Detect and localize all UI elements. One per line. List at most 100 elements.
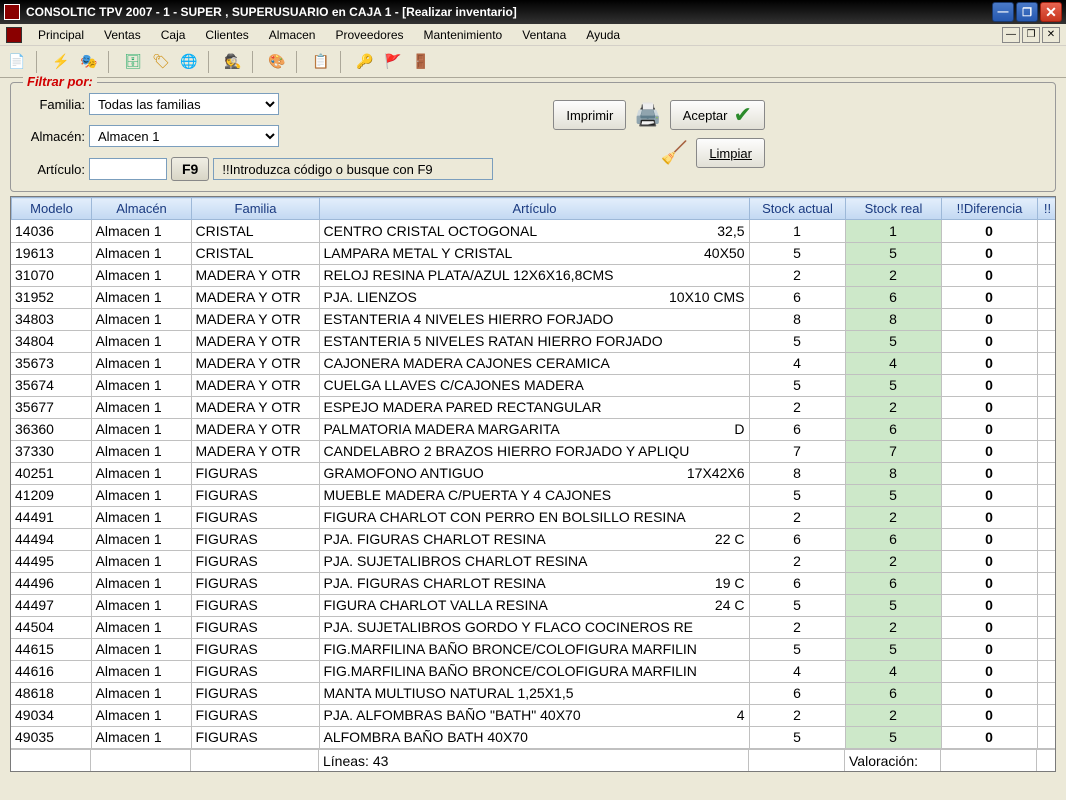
table-row[interactable]: 48618Almacen 1FIGURASMANTA MULTIUSO NATU… — [11, 682, 1055, 704]
table-row[interactable]: 31070Almacen 1MADERA Y OTRRELOJ RESINA P… — [11, 264, 1055, 286]
table-row[interactable]: 44495Almacen 1FIGURASPJA. SUJETALIBROS C… — [11, 550, 1055, 572]
cell-almacen: Almacen 1 — [91, 308, 191, 330]
table-row[interactable]: 37330Almacen 1MADERA Y OTRCANDELABRO 2 B… — [11, 440, 1055, 462]
cell-stock-real[interactable]: 5 — [845, 242, 941, 264]
table-row[interactable]: 44504Almacen 1FIGURASPJA. SUJETALIBROS G… — [11, 616, 1055, 638]
table-row[interactable]: 44616Almacen 1FIGURASFIG.MARFILINA BAÑO … — [11, 660, 1055, 682]
table-row[interactable]: 44494Almacen 1FIGURASPJA. FIGURAS CHARLO… — [11, 528, 1055, 550]
col-familia[interactable]: Familia — [192, 198, 320, 220]
bolt-icon[interactable]: ⚡ — [50, 51, 72, 73]
cell-stock-real[interactable]: 8 — [845, 462, 941, 484]
cell-extra — [1037, 638, 1055, 660]
mdi-minimize-button[interactable]: — — [1002, 27, 1020, 43]
maximize-button[interactable]: ❐ — [1016, 2, 1038, 22]
menu-item-ventas[interactable]: Ventas — [94, 26, 151, 44]
table-row[interactable]: 35673Almacen 1MADERA Y OTRCAJONERA MADER… — [11, 352, 1055, 374]
minimize-button[interactable]: — — [992, 2, 1014, 22]
tag-icon[interactable]: 🏷 — [150, 51, 172, 73]
cell-stock-real[interactable]: 2 — [845, 550, 941, 572]
cell-stock-real[interactable]: 5 — [845, 638, 941, 660]
exit-icon[interactable]: 🚪 — [410, 51, 432, 73]
table-row[interactable]: 14036Almacen 1CRISTALCENTRO CRISTAL OCTO… — [11, 220, 1055, 242]
cell-stock-real[interactable]: 6 — [845, 286, 941, 308]
f9-button[interactable]: F9 — [171, 157, 209, 181]
key-icon[interactable]: 🔑 — [354, 51, 376, 73]
table-row[interactable]: 49035Almacen 1FIGURASALFOMBRA BAÑO BATH … — [11, 726, 1055, 748]
menu-item-proveedores[interactable]: Proveedores — [325, 26, 413, 44]
familia-select[interactable]: Todas las familias — [89, 93, 279, 115]
table-row[interactable]: 34804Almacen 1MADERA Y OTRESTANTERIA 5 N… — [11, 330, 1055, 352]
cell-extra — [1037, 396, 1055, 418]
cell-stock-real[interactable]: 2 — [845, 264, 941, 286]
table-row[interactable]: 40251Almacen 1FIGURASGRAMOFONO ANTIGUO17… — [11, 462, 1055, 484]
aceptar-button[interactable]: Aceptar ✔ — [670, 100, 765, 130]
menu-item-clientes[interactable]: Clientes — [195, 26, 258, 44]
col-stock-actual[interactable]: Stock actual — [750, 198, 846, 220]
col-extra[interactable]: !! — [1038, 198, 1057, 220]
table-row[interactable]: 49034Almacen 1FIGURASPJA. ALFOMBRAS BAÑO… — [11, 704, 1055, 726]
cell-stock-real[interactable]: 4 — [845, 352, 941, 374]
limpiar-button[interactable]: Limpiar — [696, 138, 765, 168]
cell-stock-real[interactable]: 2 — [845, 616, 941, 638]
cell-stock-real[interactable]: 6 — [845, 572, 941, 594]
table-row[interactable]: 31952Almacen 1MADERA Y OTRPJA. LIENZOS10… — [11, 286, 1055, 308]
table-row[interactable]: 35674Almacen 1MADERA Y OTRCUELGA LLAVES … — [11, 374, 1055, 396]
col-stock-real[interactable]: Stock real — [846, 198, 942, 220]
table-row[interactable]: 44497Almacen 1FIGURASFIGURA CHARLOT VALL… — [11, 594, 1055, 616]
cell-stock-real[interactable]: 5 — [845, 330, 941, 352]
table-row[interactable]: 19613Almacen 1CRISTALLAMPARA METAL Y CRI… — [11, 242, 1055, 264]
menu-item-ventana[interactable]: Ventana — [512, 26, 576, 44]
cell-stock-real[interactable]: 7 — [845, 440, 941, 462]
cell-stock-real[interactable]: 1 — [845, 220, 941, 242]
cell-diferencia: 0 — [941, 682, 1037, 704]
cell-stock-real[interactable]: 6 — [845, 682, 941, 704]
cell-stock-real[interactable]: 2 — [845, 396, 941, 418]
table-row[interactable]: 41209Almacen 1FIGURASMUEBLE MADERA C/PUE… — [11, 484, 1055, 506]
paste-icon[interactable]: 📋 — [310, 51, 332, 73]
menu-item-caja[interactable]: Caja — [151, 26, 196, 44]
cell-articulo: FIG.MARFILINA BAÑO BRONCE/COLOFIGURA MAR… — [319, 660, 749, 682]
cell-stock-real[interactable]: 2 — [845, 704, 941, 726]
close-button[interactable]: ✕ — [1040, 2, 1062, 22]
cell-stock-real[interactable]: 6 — [845, 418, 941, 440]
cell-stock-real[interactable]: 8 — [845, 308, 941, 330]
articulo-input[interactable] — [89, 158, 167, 180]
cell-familia: FIGURAS — [191, 704, 319, 726]
menu-item-ayuda[interactable]: Ayuda — [576, 26, 630, 44]
cell-stock-real[interactable]: 4 — [845, 660, 941, 682]
mask-icon[interactable]: 🎭 — [78, 51, 100, 73]
mdi-restore-button[interactable]: ❐ — [1022, 27, 1040, 43]
col-articulo[interactable]: Artículo — [320, 198, 750, 220]
cell-almacen: Almacen 1 — [91, 286, 191, 308]
cell-modelo: 35674 — [11, 374, 91, 396]
table-row[interactable]: 34803Almacen 1MADERA Y OTRESTANTERIA 4 N… — [11, 308, 1055, 330]
palette-icon[interactable]: 🎨 — [266, 51, 288, 73]
cell-stock-real[interactable]: 5 — [845, 726, 941, 748]
flag-icon[interactable]: 🚩 — [382, 51, 404, 73]
almacen-select[interactable]: Almacen 1 — [89, 125, 279, 147]
cabinet-icon[interactable]: 🗄 — [122, 51, 144, 73]
table-row[interactable]: 35677Almacen 1MADERA Y OTRESPEJO MADERA … — [11, 396, 1055, 418]
table-row[interactable]: 44491Almacen 1FIGURASFIGURA CHARLOT CON … — [11, 506, 1055, 528]
globe-icon[interactable]: 🌐 — [178, 51, 200, 73]
col-modelo[interactable]: Modelo — [12, 198, 92, 220]
table-row[interactable]: 44615Almacen 1FIGURASFIG.MARFILINA BAÑO … — [11, 638, 1055, 660]
person-icon[interactable]: 🕵 — [222, 51, 244, 73]
cell-stock-real[interactable]: 6 — [845, 528, 941, 550]
table-row[interactable]: 44496Almacen 1FIGURASPJA. FIGURAS CHARLO… — [11, 572, 1055, 594]
limpiar-label: Limpiar — [709, 146, 752, 161]
cell-stock-real[interactable]: 2 — [845, 506, 941, 528]
col-almacen[interactable]: Almacén — [92, 198, 192, 220]
cell-stock-real[interactable]: 5 — [845, 374, 941, 396]
mdi-close-button[interactable]: ✕ — [1042, 27, 1060, 43]
table-row[interactable]: 36360Almacen 1MADERA Y OTRPALMATORIA MAD… — [11, 418, 1055, 440]
menu-item-principal[interactable]: Principal — [28, 26, 94, 44]
menu-item-mantenimiento[interactable]: Mantenimiento — [414, 26, 513, 44]
col-diferencia[interactable]: !!Diferencia — [942, 198, 1038, 220]
cell-modelo: 19613 — [11, 242, 91, 264]
menu-item-almacen[interactable]: Almacen — [259, 26, 326, 44]
imprimir-button[interactable]: Imprimir — [553, 100, 626, 130]
cell-stock-real[interactable]: 5 — [845, 594, 941, 616]
cell-stock-real[interactable]: 5 — [845, 484, 941, 506]
new-doc-icon[interactable]: 📄 — [6, 51, 28, 73]
